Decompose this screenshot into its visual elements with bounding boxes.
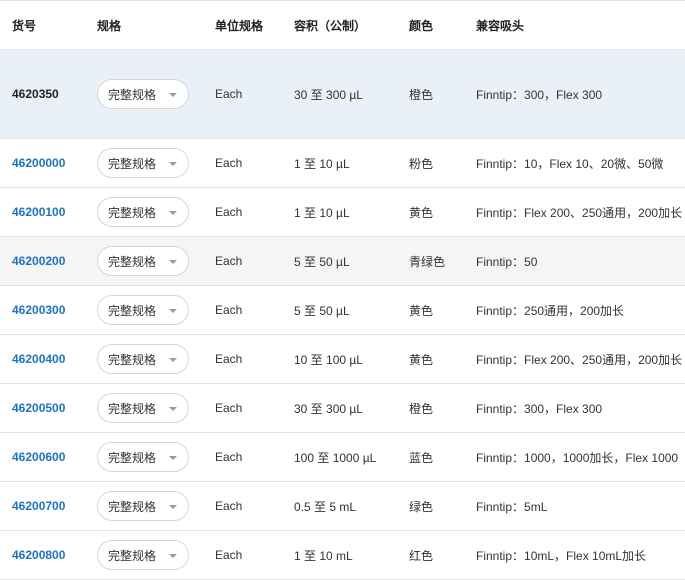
compatible-tips-cell: Finntip：300，Flex 300 [476,87,603,102]
table-body: 4620350 完整规格 Each 30 至 300 µL 橙色 Finntip：300，… [0,50,685,580]
table-row: 46200800 完整规格 Each 1 至 10 mL 红色 Finntip：10mL，… [0,531,685,580]
color-cell: 黄色 [409,303,434,318]
chevron-down-icon [169,358,177,362]
color-cell: 橙色 [409,87,434,102]
spec-select[interactable]: 完整规格 [97,148,189,178]
volume-cell: 5 至 50 µL [294,303,350,318]
chevron-down-icon [169,554,177,558]
table-row: 46200200 完整规格 Each 5 至 50 µL 青绿色 Finntip：50 [0,237,685,286]
color-cell: 粉色 [409,156,434,171]
volume-cell: 100 至 1000 µL [294,450,377,465]
color-cell: 橙色 [409,401,434,416]
chevron-down-icon [169,505,177,509]
header-spec: 规格 [97,18,122,33]
color-cell: 黄色 [409,205,434,220]
color-cell: 绿色 [409,499,434,514]
product-table: 货号 规格 单位规格 容积（公制） 颜色 兼容吸头 4620350 完整规格 Eac… [0,0,685,580]
table-header: 货号 规格 单位规格 容积（公制） 颜色 兼容吸头 [0,0,685,50]
chevron-down-icon [169,456,177,460]
spec-select[interactable]: 完整规格 [97,491,189,521]
volume-cell: 1 至 10 µL [294,205,350,220]
unit-cell: Each [215,303,243,317]
spec-select[interactable]: 完整规格 [97,295,189,325]
spec-select[interactable]: 完整规格 [97,393,189,423]
color-cell: 青绿色 [409,254,446,269]
spec-select-value: 完整规格 [108,352,157,367]
compatible-tips-cell: Finntip：10，Flex 10、20微、50微 [476,156,664,171]
color-cell: 红色 [409,548,434,563]
header-unit: 单位规格 [215,18,264,33]
spec-select-value: 完整规格 [108,156,157,171]
spec-select[interactable]: 完整规格 [97,442,189,472]
spec-select[interactable]: 完整规格 [97,79,189,109]
volume-cell: 10 至 100 µL [294,352,363,367]
sku-link[interactable]: 46200200 [12,254,65,268]
spec-select[interactable]: 完整规格 [97,344,189,374]
unit-cell: Each [215,548,243,562]
chevron-down-icon [169,407,177,411]
compatible-tips-cell: Finntip：250通用，200加长 [476,303,625,318]
volume-cell: 0.5 至 5 mL [294,499,357,514]
spec-select-value: 完整规格 [108,87,157,102]
spec-select[interactable]: 完整规格 [97,246,189,276]
unit-cell: Each [215,205,243,219]
unit-cell: Each [215,401,243,415]
compatible-tips-cell: Finntip：1000，1000加长，Flex 1000 [476,450,679,465]
compatible-tips-cell: Finntip：5mL [476,499,548,514]
chevron-down-icon [169,93,177,97]
chevron-down-icon [169,309,177,313]
sku-link: 4620350 [12,87,59,101]
color-cell: 蓝色 [409,450,434,465]
color-cell: 黄色 [409,352,434,367]
unit-cell: Each [215,450,243,464]
header-volume: 容积（公制） [294,18,367,33]
sku-link[interactable]: 46200500 [12,401,65,415]
spec-select-value: 完整规格 [108,450,157,465]
compatible-tips-cell: Finntip：50 [476,254,538,269]
unit-cell: Each [215,87,243,101]
header-compatible-tips: 兼容吸头 [476,18,525,33]
compatible-tips-cell: Finntip：300，Flex 300 [476,401,603,416]
spec-select-value: 完整规格 [108,205,157,220]
compatible-tips-cell: Finntip：10mL，Flex 10mL加长 [476,548,647,563]
table-row: 46200000 完整规格 Each 1 至 10 µL 粉色 Finntip：10，Fl… [0,139,685,188]
sku-link[interactable]: 46200600 [12,450,65,464]
table-row: 46200500 完整规格 Each 30 至 300 µL 橙色 Finntip：300… [0,384,685,433]
table-row: 4620350 完整规格 Each 30 至 300 µL 橙色 Finntip：300，… [0,50,685,139]
chevron-down-icon [169,162,177,166]
table-row: 46200100 完整规格 Each 1 至 10 µL 黄色 Finntip：Flex … [0,188,685,237]
unit-cell: Each [215,499,243,513]
header-color: 颜色 [409,18,434,33]
spec-select-value: 完整规格 [108,401,157,416]
compatible-tips-cell: Finntip：Flex 200、250通用，200加长 [476,205,683,220]
sku-link[interactable]: 46200100 [12,205,65,219]
header-sku: 货号 [12,18,37,33]
table-row: 46200400 完整规格 Each 10 至 100 µL 黄色 Finntip：Fle… [0,335,685,384]
sku-link[interactable]: 46200800 [12,548,65,562]
volume-cell: 30 至 300 µL [294,87,363,102]
sku-link[interactable]: 46200300 [12,303,65,317]
volume-cell: 30 至 300 µL [294,401,363,416]
volume-cell: 5 至 50 µL [294,254,350,269]
compatible-tips-cell: Finntip：Flex 200、250通用，200加长 [476,352,683,367]
chevron-down-icon [169,260,177,264]
unit-cell: Each [215,156,243,170]
spec-select[interactable]: 完整规格 [97,197,189,227]
table-row: 46200700 完整规格 Each 0.5 至 5 mL 绿色 Finntip：5mL [0,482,685,531]
table-row: 46200300 完整规格 Each 5 至 50 µL 黄色 Finntip：250通用… [0,286,685,335]
spec-select[interactable]: 完整规格 [97,540,189,570]
sku-link[interactable]: 46200000 [12,156,65,170]
volume-cell: 1 至 10 µL [294,156,350,171]
volume-cell: 1 至 10 mL [294,548,353,563]
unit-cell: Each [215,254,243,268]
sku-link[interactable]: 46200400 [12,352,65,366]
spec-select-value: 完整规格 [108,303,157,318]
spec-select-value: 完整规格 [108,254,157,269]
spec-select-value: 完整规格 [108,548,157,563]
chevron-down-icon [169,211,177,215]
unit-cell: Each [215,352,243,366]
sku-link[interactable]: 46200700 [12,499,65,513]
spec-select-value: 完整规格 [108,499,157,514]
table-row: 46200600 完整规格 Each 100 至 1000 µL 蓝色 Finntip：1… [0,433,685,482]
